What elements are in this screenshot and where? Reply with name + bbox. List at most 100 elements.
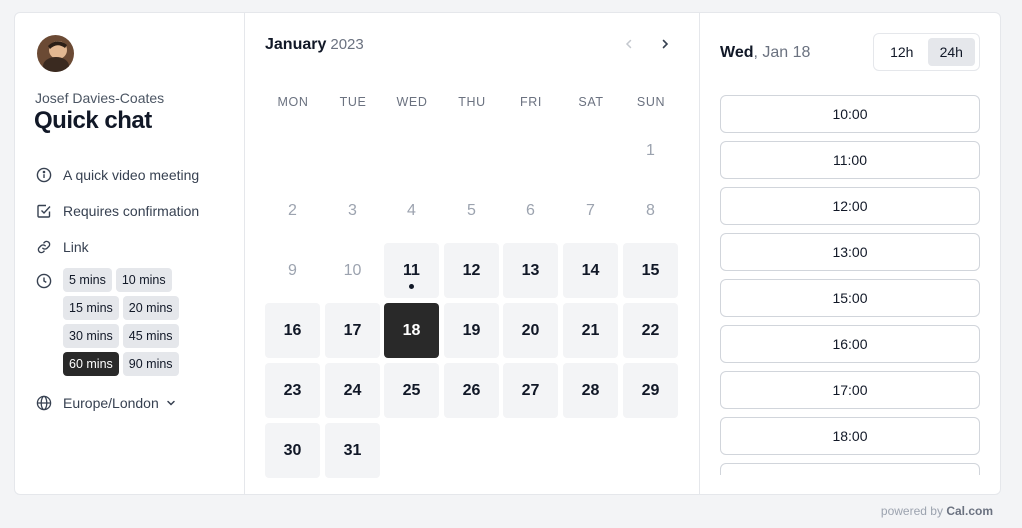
time-slot-button[interactable]: 15:00 <box>720 279 980 317</box>
day-number: 13 <box>521 261 540 279</box>
globe-icon <box>35 394 53 412</box>
day-cell[interactable]: 20 <box>503 303 558 358</box>
day-cell[interactable]: 30 <box>265 423 320 478</box>
time-slot-list[interactable]: 10:00 11:00 12:00 13:00 15:00 16:00 17:00 18:00… <box>720 95 980 475</box>
format-24h-button[interactable]: 24h <box>927 38 975 66</box>
day-cell-unavailable: 7 <box>563 183 618 238</box>
day-cell[interactable]: 27 <box>503 363 558 418</box>
time-slot-panel: Wed, Jan 18 12h 24h 10:00 11:00 12:00 13:00… <box>700 13 1000 494</box>
day-number: 5 <box>467 201 476 219</box>
event-info-panel: Josef Davies-Coates Quick chat A quick v… <box>15 13 245 494</box>
day-number: 25 <box>402 381 421 399</box>
day-cell[interactable]: 28 <box>563 363 618 418</box>
day-cell-unavailable: 8 <box>623 183 678 238</box>
day-number: 19 <box>462 321 481 339</box>
month-title: January 2023 <box>265 36 364 54</box>
time-slot-button[interactable]: 19:00 <box>720 463 980 475</box>
brand-logo: Cal.com <box>946 504 993 518</box>
time-slot-button[interactable]: 17:00 <box>720 371 980 409</box>
time-slot-button[interactable]: 16:00 <box>720 325 980 363</box>
next-month-button[interactable] <box>654 33 676 55</box>
time-slot-button[interactable]: 10:00 <box>720 95 980 133</box>
day-number: 17 <box>343 321 362 339</box>
weekday-label: MON <box>277 95 309 109</box>
day-cell[interactable]: 23 <box>265 363 320 418</box>
weekday-label: THU <box>458 95 486 109</box>
day-cell[interactable]: 31 <box>325 423 380 478</box>
duration-chip[interactable]: 15 mins <box>63 296 119 320</box>
day-number: 1 <box>646 141 655 159</box>
day-number: 23 <box>283 381 302 399</box>
day-cell[interactable]: 11 <box>384 243 439 298</box>
weekday-label: SUN <box>636 95 666 109</box>
confirmation-row: Requires confirmation <box>35 202 199 220</box>
day-number: 29 <box>641 381 660 399</box>
duration-chip[interactable]: 5 mins <box>63 268 112 292</box>
day-number: 7 <box>586 201 595 219</box>
link-icon <box>35 238 53 256</box>
day-number: 10 <box>343 261 362 279</box>
format-12h-button[interactable]: 12h <box>878 38 926 66</box>
day-number: 6 <box>526 201 535 219</box>
day-cell[interactable]: 21 <box>563 303 618 358</box>
powered-by[interactable]: powered by Cal.com <box>881 504 993 518</box>
day-number: 15 <box>641 261 660 279</box>
day-cell[interactable]: 12 <box>444 243 499 298</box>
day-number: 8 <box>646 201 655 219</box>
day-number: 11 <box>403 261 420 279</box>
day-number: 22 <box>641 321 660 339</box>
day-number: 4 <box>407 201 416 219</box>
day-cell[interactable]: 19 <box>444 303 499 358</box>
day-number: 18 <box>402 321 421 339</box>
weekday-label: FRI <box>520 95 542 109</box>
day-cell-unavailable: 2 <box>265 183 320 238</box>
day-cell[interactable]: 24 <box>325 363 380 418</box>
weekday-label: TUE <box>339 95 367 109</box>
day-number: 28 <box>581 381 600 399</box>
day-cell-unavailable: 4 <box>384 183 439 238</box>
duration-chip[interactable]: 30 mins <box>63 324 119 348</box>
time-slot-button[interactable]: 12:00 <box>720 187 980 225</box>
day-number: 16 <box>283 321 302 339</box>
duration-chip[interactable]: 45 mins <box>122 324 179 348</box>
day-cell[interactable]: 26 <box>444 363 499 418</box>
today-dot <box>409 284 414 289</box>
day-cell[interactable]: 22 <box>623 303 678 358</box>
selected-weekday: Wed <box>720 44 754 61</box>
duration-chip[interactable]: 20 mins <box>122 296 179 320</box>
day-cell-unavailable: 9 <box>265 243 320 298</box>
duration-chip-selected[interactable]: 60 mins <box>63 352 119 376</box>
day-cell[interactable]: 15 <box>623 243 678 298</box>
time-slot-button[interactable]: 11:00 <box>720 141 980 179</box>
day-number: 27 <box>521 381 540 399</box>
time-slot-button[interactable]: 13:00 <box>720 233 980 271</box>
day-cell[interactable]: 16 <box>265 303 320 358</box>
duration-chip[interactable]: 10 mins <box>115 268 172 292</box>
day-cell-selected[interactable]: 18 <box>384 303 439 358</box>
day-number: 26 <box>462 381 481 399</box>
duration-row <box>35 272 63 290</box>
timezone-select[interactable]: Europe/London <box>35 394 177 412</box>
day-cell[interactable]: 29 <box>623 363 678 418</box>
day-number: 30 <box>283 441 302 459</box>
day-cell[interactable]: 13 <box>503 243 558 298</box>
duration-chip[interactable]: 90 mins <box>122 352 179 376</box>
previous-month-button[interactable] <box>618 33 640 55</box>
day-cell[interactable]: 25 <box>384 363 439 418</box>
day-cell[interactable]: 17 <box>325 303 380 358</box>
day-cell-unavailable: 6 <box>503 183 558 238</box>
selected-date: Wed, Jan 18 <box>720 44 810 62</box>
weekday-label: WED <box>396 95 428 109</box>
day-cell[interactable]: 14 <box>563 243 618 298</box>
time-slot-button[interactable]: 18:00 <box>720 417 980 455</box>
location-text: Link <box>63 239 89 255</box>
avatar <box>37 35 74 72</box>
month-year: 2023 <box>330 36 364 53</box>
duration-options: 5 mins 10 mins 15 mins 20 mins 30 mins 4… <box>63 268 233 380</box>
confirmation-text: Requires confirmation <box>63 203 200 219</box>
calendar-panel: January 2023 MON TUE WED THU FRI SAT SUN 123456… <box>245 13 700 494</box>
powered-by-text: powered by <box>880 504 943 518</box>
clock-icon <box>35 272 53 290</box>
selected-date-rest: , Jan 18 <box>753 44 811 61</box>
day-number: 9 <box>288 261 297 279</box>
